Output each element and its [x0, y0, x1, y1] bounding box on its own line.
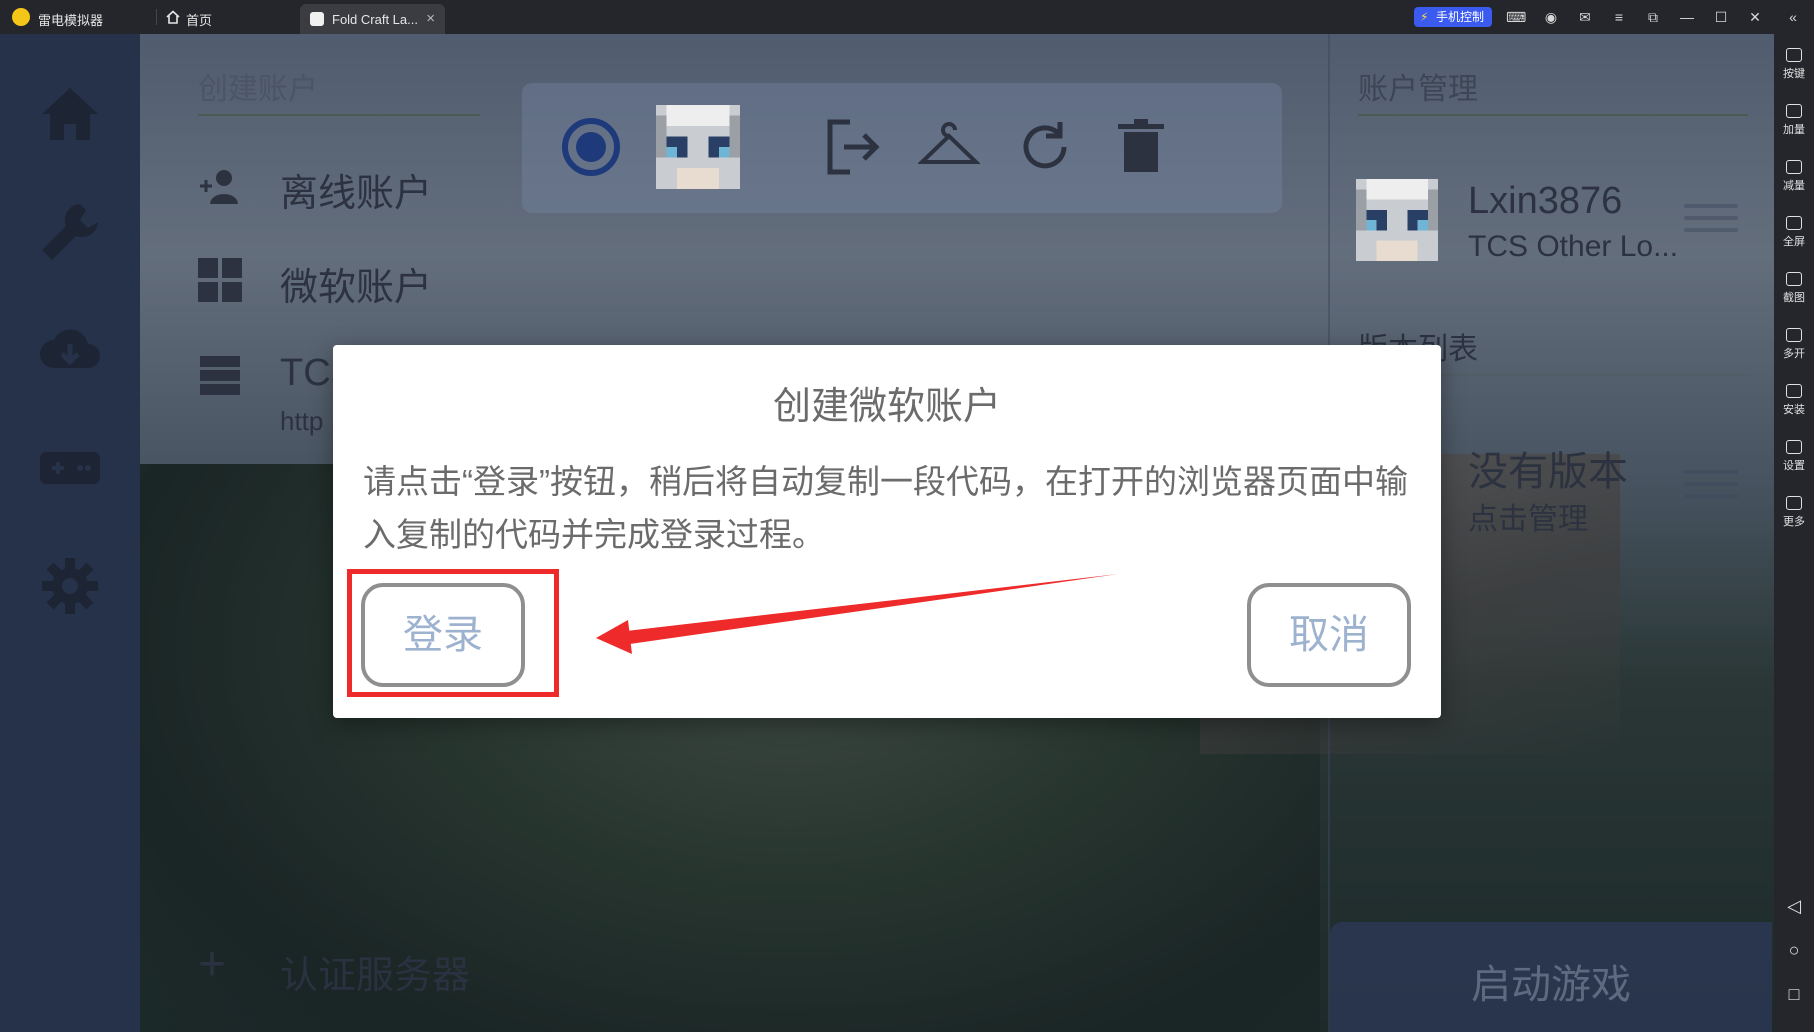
keymap-tool[interactable]: 按键: [1774, 48, 1814, 81]
app-name: 雷电模拟器: [38, 13, 104, 28]
multi-window-icon: [1786, 328, 1802, 342]
minimize-icon[interactable]: —: [1678, 8, 1696, 26]
gamepad-icon[interactable]: ⌨: [1506, 8, 1526, 26]
scissors-icon: [1786, 272, 1802, 286]
microsoft-account-label: 微软账户: [280, 267, 433, 309]
gear-icon: [1786, 440, 1802, 454]
fullscreen-icon: [1786, 216, 1802, 230]
phone-control-label: 手机控制: [1436, 10, 1485, 24]
launch-game-label: 启动游戏: [1471, 963, 1631, 1007]
account-manage-divider: [1358, 114, 1748, 116]
emulator-sidebar: 按键 加量 减量 全屏 截图 多开 安装 设置 更多 ◁ ○ □: [1774, 34, 1814, 1032]
tab-fold-craft[interactable]: Fold Craft La... ×: [300, 4, 445, 34]
fullscreen-tool[interactable]: 全屏: [1774, 216, 1814, 249]
header-divider: [198, 114, 480, 116]
no-version-label[interactable]: 没有版本: [1468, 439, 1628, 497]
tab-home-label: 首页: [186, 13, 213, 28]
emulator-titlebar: 雷电模拟器 首页 Fold Craft La... × ⚡ 手机控制 ⌨ ◉ ✉…: [0, 0, 1814, 34]
collapse-sidebar-icon[interactable]: «: [1784, 8, 1802, 26]
version-menu-icon[interactable]: [1684, 470, 1738, 498]
highlight-box: [347, 569, 559, 697]
add-user-icon: [200, 170, 238, 204]
account-manage-header: 账户管理: [1358, 73, 1478, 106]
mail-icon[interactable]: ✉: [1576, 8, 1594, 26]
account-username[interactable]: Lxin3876: [1468, 180, 1622, 223]
more-tool[interactable]: 更多: [1774, 496, 1814, 529]
nav-tools[interactable]: [36, 198, 104, 266]
phone-control-button[interactable]: ⚡ 手机控制: [1414, 7, 1493, 27]
home-icon: [42, 88, 98, 140]
dialog-title: 创建微软账户: [772, 386, 1001, 428]
restore-window-icon[interactable]: ⧉: [1644, 8, 1662, 26]
cloud-download-icon: [40, 329, 100, 368]
click-manage-label[interactable]: 点击管理: [1468, 494, 1588, 538]
user-avatar[interactable]: [1356, 179, 1438, 261]
account-toolbar: [522, 83, 1282, 213]
account-icon[interactable]: ◉: [1542, 8, 1560, 26]
offline-account-option[interactable]: 离线账户: [198, 152, 498, 215]
apk-icon: [1786, 384, 1802, 398]
close-window-icon[interactable]: ✕: [1746, 8, 1764, 26]
nav-games[interactable]: [36, 434, 104, 502]
app-logo-icon: [12, 8, 30, 26]
nav-home[interactable]: [36, 80, 104, 148]
keyboard-icon: [1786, 48, 1802, 62]
close-tab-icon[interactable]: ×: [426, 10, 435, 27]
microsoft-account-option[interactable]: 微软账户: [198, 246, 498, 309]
volume-up-tool[interactable]: 加量: [1774, 104, 1814, 137]
lightning-icon: ⚡: [1420, 10, 1429, 24]
settings-tool[interactable]: 设置: [1774, 440, 1814, 473]
launch-game-button[interactable]: 启动游戏: [1330, 922, 1772, 1032]
cancel-button[interactable]: 取消: [1247, 583, 1411, 687]
offline-account-label: 离线账户: [280, 173, 433, 215]
player-skin-avatar: [656, 105, 740, 189]
tab-home[interactable]: 首页: [166, 4, 294, 30]
multi-instance-tool[interactable]: 多开: [1774, 328, 1814, 361]
radio-selected-icon[interactable]: [560, 116, 622, 178]
wrench-icon: [42, 204, 98, 260]
gamepad-icon: [40, 452, 100, 484]
screenshot-tool[interactable]: 截图: [1774, 272, 1814, 305]
recents-icon[interactable]: □: [1784, 984, 1804, 1004]
install-apk-tool[interactable]: 安装: [1774, 384, 1814, 417]
nav-settings[interactable]: [36, 552, 104, 620]
more-icon: [1786, 496, 1802, 510]
home-icon: [166, 10, 180, 24]
menu-icon[interactable]: ≡: [1610, 8, 1628, 26]
server-icon: [200, 356, 240, 395]
hanger-icon[interactable]: [918, 116, 980, 178]
account-menu-icon[interactable]: [1684, 204, 1738, 232]
auth-server-label: 认证服务器: [280, 955, 471, 997]
maximize-icon[interactable]: ☐: [1712, 8, 1730, 26]
volume-down-icon: [1786, 160, 1802, 174]
account-auth-type: TCS Other Lo...: [1468, 230, 1679, 263]
volume-down-tool[interactable]: 减量: [1774, 160, 1814, 193]
trash-icon[interactable]: [1110, 116, 1172, 178]
nav-download[interactable]: [36, 316, 104, 384]
titlebar-divider: [156, 9, 157, 25]
back-icon[interactable]: ◁: [1784, 896, 1804, 916]
home-circle-icon[interactable]: ○: [1784, 940, 1804, 960]
dialog-message: 请点击“登录”按钮，稍后将自动复制一段代码，在打开的浏览器页面中输入复制的代码并…: [363, 463, 1408, 553]
plus-icon: +: [198, 938, 227, 991]
logout-icon[interactable]: [822, 116, 884, 178]
tcs-url: http: [280, 406, 324, 436]
tab-app-label: Fold Craft La...: [332, 12, 418, 27]
refresh-icon[interactable]: [1014, 116, 1076, 178]
create-account-header: 创建账户: [198, 73, 318, 106]
launcher-left-nav: [0, 34, 140, 1032]
app-tab-icon: [310, 12, 324, 26]
gear-icon: [42, 558, 98, 614]
volume-up-icon: [1786, 104, 1802, 118]
microsoft-icon: [198, 258, 242, 302]
